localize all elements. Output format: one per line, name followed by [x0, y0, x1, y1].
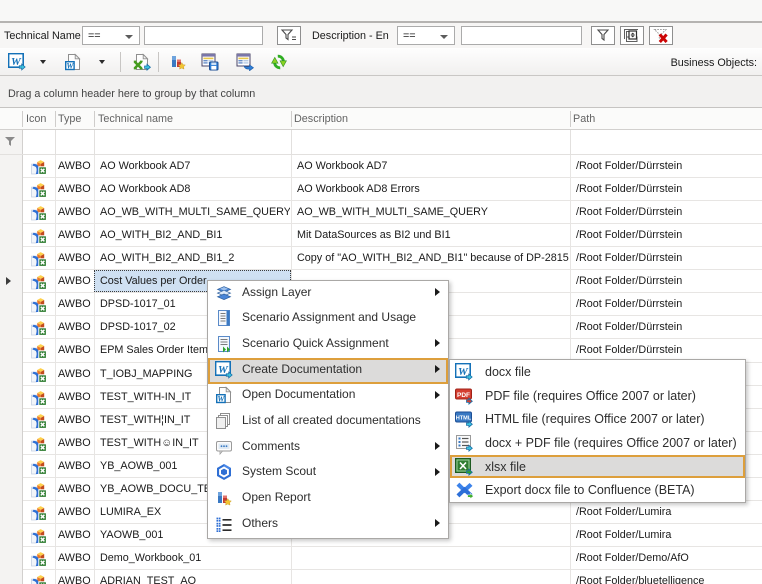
svg-text:W: W [66, 61, 74, 70]
svg-text:PDF: PDF [457, 391, 470, 398]
svg-text:W: W [217, 395, 225, 404]
svg-text:HTML: HTML [456, 416, 472, 422]
